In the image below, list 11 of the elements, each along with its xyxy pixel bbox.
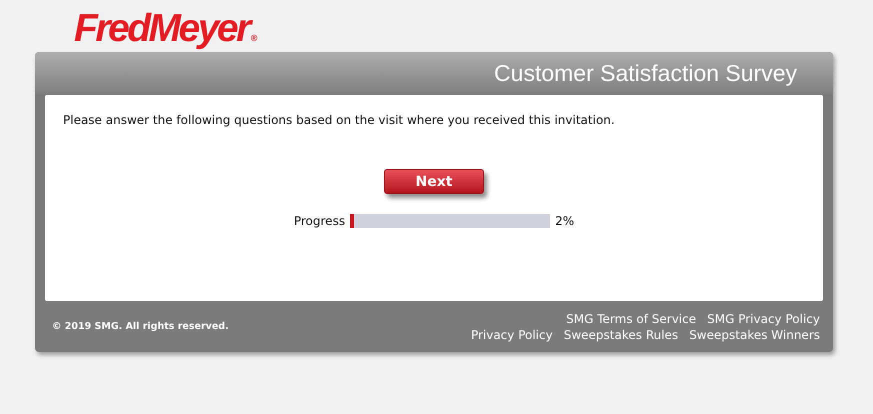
survey-title: Customer Satisfaction Survey	[494, 60, 797, 87]
footer-link[interactable]: Sweepstakes Rules	[564, 326, 678, 342]
copyright-text: © 2019 SMG. All rights reserved.	[52, 321, 229, 332]
progress-percentage: 2%	[555, 214, 574, 228]
footer-link[interactable]: Sweepstakes Winners	[689, 326, 820, 342]
footer-link[interactable]: SMG Terms of Service	[566, 310, 696, 326]
footer-link[interactable]: SMG Privacy Policy	[707, 310, 820, 326]
progress-label: Progress	[294, 214, 346, 228]
next-button[interactable]: Next	[384, 169, 484, 194]
instructions-text: Please answer the following questions based on the visit where you received this invitation.	[63, 113, 615, 127]
footer-link[interactable]: Privacy Policy	[470, 326, 553, 342]
